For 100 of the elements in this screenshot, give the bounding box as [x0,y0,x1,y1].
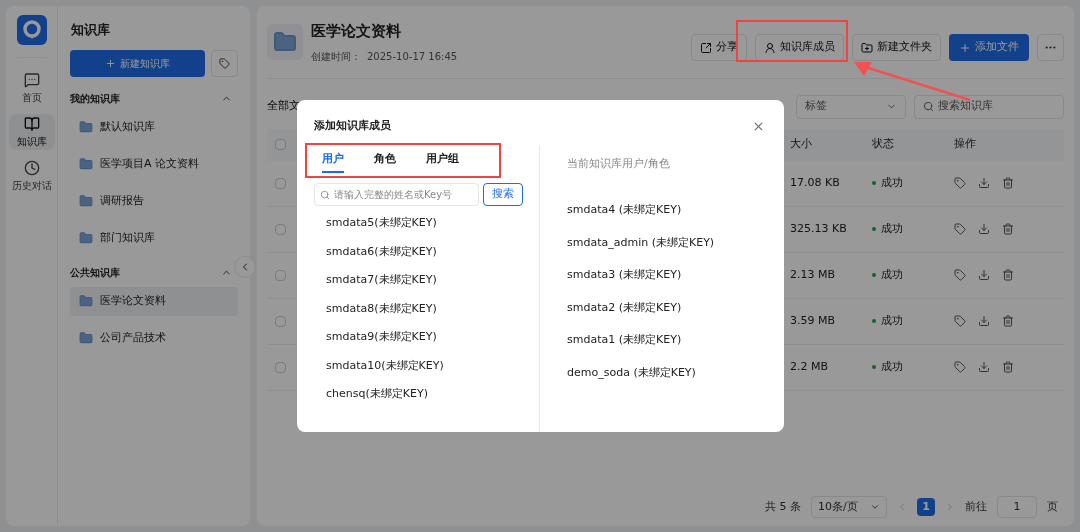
table-cell-text: 2.13 MB [790,266,837,283]
folder-icon [79,331,93,345]
sidebar-title: 知识库 [71,21,111,39]
logo-icon [16,15,47,45]
add-file-button[interactable]: 添加文件 [949,34,1029,61]
folder-icon [79,157,93,171]
status-label: 成功 [872,174,954,192]
folder-icon [79,120,93,134]
tab[interactable]: 角色 [374,150,396,173]
header-button[interactable]: 新建文件夹 [852,34,941,61]
trash-icon[interactable] [1002,223,1014,235]
created-time: 2025-10-17 16:45 [367,49,458,64]
member-name: smdata4 (未绑定KEY) [567,202,683,218]
total-count: 共 5 条 [765,498,801,515]
header-button[interactable]: 分享 [691,34,747,61]
search-button[interactable]: 搜索 [483,183,523,206]
checkbox[interactable] [275,315,286,327]
new-knowledge-base-button[interactable]: 新建知识库 [70,49,205,77]
current-members-title: 当前知识库用户/角色 [567,155,671,172]
trash-icon[interactable] [1002,361,1014,373]
sidebar-item[interactable]: 医学项目A 论文资料 [70,149,238,179]
download-icon[interactable] [978,361,990,373]
tag-icon [219,57,230,69]
checkbox[interactable] [275,177,286,189]
member-name: smdata3 (未绑定KEY) [567,267,683,283]
page-title: 医学论文资料 [311,21,402,42]
tag-icon[interactable] [954,177,966,189]
member-name: smdata1 (未绑定KEY) [567,332,683,348]
column-header: 大小 [790,136,812,153]
checkbox[interactable] [275,139,286,150]
user-option[interactable]: smdata10(未绑定KEY) [326,357,523,374]
goto-label: 前往 [965,498,987,515]
page-input[interactable]: 1 [997,496,1037,518]
folder-icon [79,294,93,308]
page-size-select[interactable]: 10条/页 [811,496,887,518]
group-title: 我的知识库 [70,92,120,106]
download-icon[interactable] [978,223,990,235]
user-option[interactable]: smdata5(未绑定KEY) [326,215,523,232]
trash-icon[interactable] [1002,315,1014,327]
status-label: 成功 [872,358,954,376]
sidebar-item[interactable]: 默认知识库 [70,112,238,142]
trash-icon[interactable] [1002,177,1014,189]
user-option[interactable]: smdata9(未绑定KEY) [326,329,523,346]
nav-item[interactable]: 首页 [8,70,55,106]
user-search-field[interactable]: 请输入完整的姓名或Key号 [314,183,479,206]
sidebar-item[interactable]: 公司产品技术 [70,323,238,353]
tag-icon[interactable] [954,269,966,281]
page-number[interactable]: 1 [917,498,935,516]
created-label: 创建时间： [311,49,361,64]
column-header: 状态 [872,136,894,153]
clock-icon [23,159,40,176]
download-icon[interactable] [978,269,990,281]
user-icon [764,41,776,54]
user-option[interactable]: smdata7(未绑定KEY) [326,272,523,289]
table-cell-text: 325.13 KB [790,220,848,237]
plus-icon [959,41,971,54]
group-title: 公共知识库 [70,266,120,280]
tag-button[interactable] [211,49,238,77]
share-icon [700,41,712,54]
user-option[interactable]: smdata8(未绑定KEY) [326,300,523,317]
table-cell-text: 17.08 KB [790,174,841,191]
folder-plus-icon [861,41,873,54]
status-label: 成功 [872,220,954,238]
checkbox[interactable] [275,223,286,235]
trash-icon[interactable] [1002,269,1014,281]
nav-item[interactable]: 历史对话 [8,158,55,194]
tag-icon[interactable] [954,223,966,235]
folder-icon [79,231,93,245]
folder-icon [273,29,297,54]
tab[interactable]: 用户组 [426,150,459,173]
nav-item[interactable]: 知识库 [8,114,55,150]
status-label: 成功 [872,266,954,284]
tag-icon[interactable] [954,361,966,373]
download-icon[interactable] [978,177,990,189]
status-label: 成功 [872,312,954,330]
chat-icon [23,71,40,88]
table-cell-text: 3.59 MB [790,312,837,329]
page-unit: 页 [1047,498,1058,515]
search-icon [320,189,330,200]
book-icon [23,115,40,132]
user-option[interactable]: smdata6(未绑定KEY) [326,243,523,260]
checkbox[interactable] [275,269,286,281]
member-name: smdata2 (未绑定KEY) [567,299,683,316]
search-icon [923,101,934,112]
column-header: 操作 [954,136,976,153]
user-option[interactable]: chensq(未绑定KEY) [326,386,523,403]
member-name: smdata_admin (未绑定KEY) [567,234,716,251]
search-field[interactable]: 搜索知识库 [914,94,1064,119]
tag-icon[interactable] [954,315,966,327]
sidebar-item[interactable]: 部门知识库 [70,223,238,253]
tab[interactable]: 用户 [322,150,344,173]
download-icon[interactable] [978,315,990,327]
tag-select[interactable]: 标签 [796,94,906,119]
table-cell-text: 2.2 MB [790,358,830,375]
collapse-sidebar-button[interactable] [234,256,256,278]
member-name: demo_soda (未绑定KEY) [567,364,697,381]
checkbox[interactable] [275,361,286,373]
sidebar-item[interactable]: 调研报告 [70,186,238,216]
sidebar-item[interactable]: 医学论文资料 [70,286,238,316]
plus-icon [105,57,116,69]
